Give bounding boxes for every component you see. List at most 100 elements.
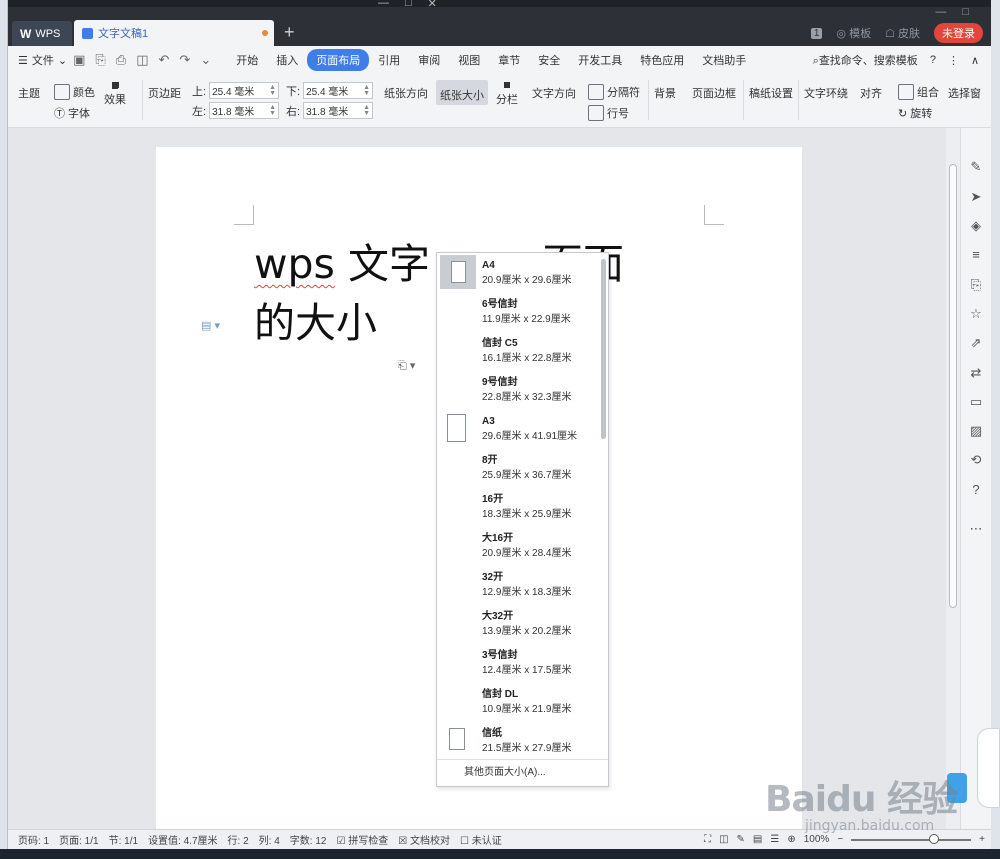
print-icon[interactable]: ⎙	[116, 52, 126, 68]
customize-icon[interactable]: ⌄	[200, 52, 211, 68]
dropdown-scrollbar[interactable]	[601, 259, 606, 439]
paper-size-option[interactable]: 16开 18.3厘米 x 25.9厘米	[437, 487, 608, 526]
menu-item-chapter[interactable]: 章节	[489, 49, 529, 71]
scrollbar-thumb[interactable]	[949, 164, 957, 608]
background-button[interactable]: 背景	[654, 82, 676, 101]
paper-size-option[interactable]: 大16开 20.9厘米 x 28.4厘米	[437, 526, 608, 565]
align-button[interactable]: 对齐	[860, 82, 882, 101]
clipboard-icon[interactable]: ⎘	[969, 278, 983, 292]
reading-mode-icon[interactable]: ◫	[719, 834, 728, 845]
bottom-margin-input[interactable]: 25.4 毫米 ▲ ▼	[303, 82, 374, 99]
menu-item-developer[interactable]: 开发工具	[569, 49, 631, 71]
zoom-slider[interactable]	[851, 833, 972, 844]
rotate-button[interactable]: ↻ 旋转	[898, 105, 932, 121]
settings-sliders-icon[interactable]: ≡	[969, 248, 983, 262]
menu-item-insert[interactable]: 插入	[267, 49, 307, 71]
paper-size-option[interactable]: 8开 25.9厘米 x 36.7厘米	[437, 448, 608, 487]
preview-icon[interactable]: ◫	[136, 52, 148, 68]
undo-icon[interactable]: ↶	[159, 52, 170, 68]
minimize-icon[interactable]: —	[935, 6, 946, 18]
menu-item-start[interactable]: 开始	[227, 49, 267, 71]
fullscreen-icon[interactable]: ⛶	[704, 834, 711, 845]
menu-item-view[interactable]: 视图	[449, 49, 489, 71]
help-circle-icon[interactable]: ?	[969, 483, 983, 497]
pen-icon[interactable]: ✎	[969, 160, 983, 174]
new-tab-button[interactable]: +	[284, 22, 295, 43]
more-page-sizes-option[interactable]: 其他页面大小(A)...	[437, 759, 608, 786]
more-icon[interactable]: ⋮	[948, 54, 959, 67]
theme-button[interactable]: 主题	[18, 82, 40, 101]
text-direction-button[interactable]: 文字方向	[532, 82, 576, 101]
export-icon[interactable]: ⎘	[95, 52, 105, 68]
paper-size-option[interactable]: A3 29.6厘米 x 41.91厘米	[437, 409, 608, 448]
paragraph-handle-icon[interactable]: ▤ ▾	[201, 319, 220, 332]
proofread-button[interactable]: ☒ 文档校对	[398, 832, 450, 847]
image-icon[interactable]: ▨	[969, 424, 983, 438]
colors-button[interactable]: 颜色	[54, 84, 95, 100]
tab-wps-home[interactable]: W WPS	[12, 21, 72, 46]
paper-size-option[interactable]: 信封 C5 16.1厘米 x 22.8厘米	[437, 331, 608, 370]
outline-view-icon[interactable]: ☰	[770, 834, 779, 845]
line-numbers-button[interactable]: 行号	[588, 105, 629, 121]
web-view-icon[interactable]: ⊕	[787, 834, 795, 845]
command-search[interactable]: ⌕查找命令、搜索模板	[813, 52, 918, 68]
archive-icon[interactable]: ▭	[969, 395, 983, 409]
zoom-out-icon[interactable]: −	[837, 834, 843, 845]
paper-size-option[interactable]: 信封 DL 10.9厘米 x 21.9厘米	[437, 682, 608, 721]
menu-item-assistant[interactable]: 文档助手	[693, 49, 755, 71]
templates-button[interactable]: ◎ 模板	[836, 25, 871, 41]
maximize-icon[interactable]: □	[962, 6, 969, 18]
left-margin-input[interactable]: 31.8 毫米 ▲ ▼	[209, 102, 280, 119]
paper-size-option[interactable]: A4 20.9厘米 x 29.6厘米	[437, 253, 608, 292]
columns-button[interactable]: 分栏	[496, 82, 518, 107]
breaks-button[interactable]: 分隔符	[588, 84, 640, 100]
paper-size-option[interactable]: 6号信封 11.9厘米 x 22.9厘米	[437, 292, 608, 331]
group-button[interactable]: 组合	[898, 84, 939, 100]
paper-size-option[interactable]: 信纸 21.5厘米 x 27.9厘米	[437, 721, 608, 760]
margins-button[interactable]: 页边距	[148, 82, 181, 101]
collapse-ribbon-icon[interactable]: ∧	[971, 54, 979, 67]
login-button[interactable]: 未登录	[934, 23, 983, 43]
text-wrap-button[interactable]: 文字环绕	[804, 82, 848, 101]
skin-button[interactable]: ☖ 皮肤	[885, 25, 920, 41]
save-icon[interactable]: ▣	[73, 52, 85, 68]
redo-icon[interactable]: ↷	[179, 52, 190, 68]
effects-button[interactable]: 效果	[104, 82, 126, 107]
menu-item-page-layout[interactable]: 页面布局	[307, 49, 370, 71]
spin-arrows-icon[interactable]: ▲ ▼	[269, 104, 278, 117]
shapes-icon[interactable]: ◈	[969, 219, 983, 233]
share-icon[interactable]: ⇗	[969, 336, 983, 350]
fonts-button[interactable]: Ⓣ 字体	[54, 105, 90, 121]
translate-icon[interactable]: ⇄	[969, 366, 983, 380]
paper-size-button[interactable]: 纸张大小	[436, 80, 488, 105]
tab-document[interactable]: 文字文稿1	[74, 20, 274, 46]
menu-item-review[interactable]: 审阅	[409, 49, 449, 71]
page-border-button[interactable]: 页面边框	[692, 82, 736, 101]
paper-size-option[interactable]: 9号信封 22.8厘米 x 32.3厘米	[437, 370, 608, 409]
zoom-slider-knob[interactable]	[929, 833, 940, 844]
spell-check-button[interactable]: ☑ 拼写检查	[336, 832, 388, 847]
more-horizontal-icon[interactable]: ⋯	[969, 522, 983, 536]
paste-options-icon[interactable]: ⎗ ▾	[398, 359, 415, 373]
top-margin-input[interactable]: 25.4 毫米 ▲ ▼	[209, 82, 280, 99]
menu-item-features[interactable]: 特色应用	[631, 49, 693, 71]
zoom-in-icon[interactable]: +	[979, 834, 985, 845]
certification-button[interactable]: ☐ 未认证	[460, 832, 502, 847]
zoom-value[interactable]: 100%	[804, 834, 830, 845]
star-icon[interactable]: ☆	[969, 307, 983, 321]
vertical-scrollbar[interactable]	[946, 128, 960, 829]
window-count-badge[interactable]: 1	[810, 27, 823, 39]
spin-arrows-icon[interactable]: ▲ ▼	[363, 84, 372, 97]
status-words[interactable]: 字数: 12	[290, 832, 327, 847]
paper-size-option[interactable]: 3号信封 12.4厘米 x 17.5厘米	[437, 643, 608, 682]
spin-arrows-icon[interactable]: ▲ ▼	[269, 84, 278, 97]
selection-pane-button[interactable]: 选择窗	[948, 82, 981, 101]
edit-mode-icon[interactable]: ✎	[737, 834, 745, 845]
paper-size-option[interactable]: 32开 12.9厘米 x 18.3厘米	[437, 565, 608, 604]
orientation-button[interactable]: 纸张方向	[384, 82, 428, 101]
help-button[interactable]: ?	[930, 54, 936, 66]
menu-item-references[interactable]: 引用	[369, 49, 409, 71]
menu-item-security[interactable]: 安全	[529, 49, 569, 71]
paper-size-option[interactable]: 大32开 13.9厘米 x 20.2厘米	[437, 604, 608, 643]
spin-arrows-icon[interactable]: ▲ ▼	[363, 104, 372, 117]
